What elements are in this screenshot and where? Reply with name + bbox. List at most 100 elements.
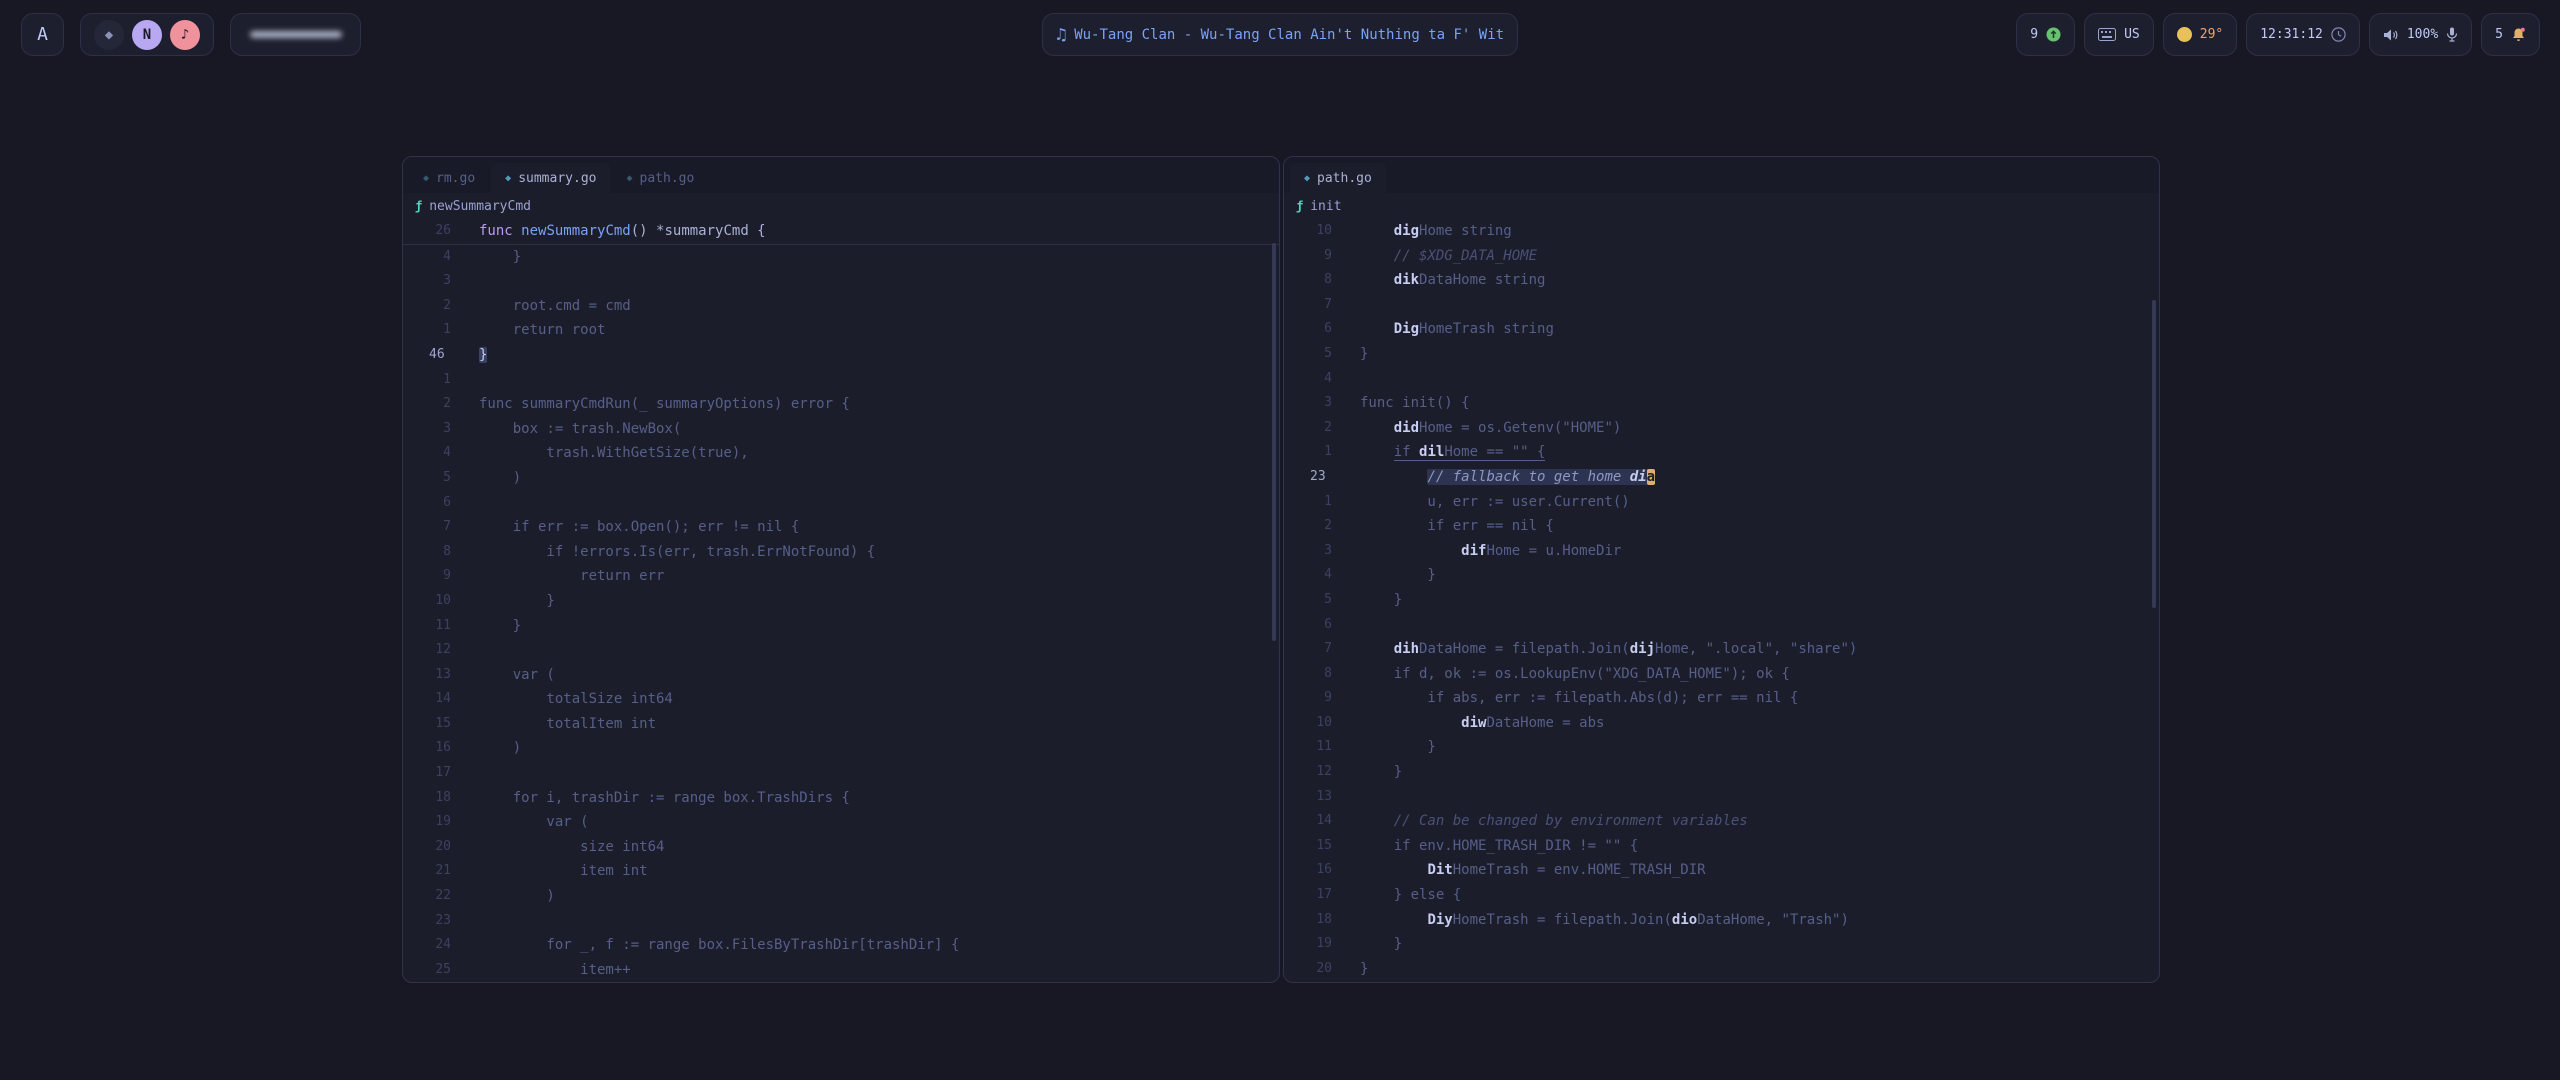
code-line[interactable]: 21 item int: [403, 859, 1279, 884]
code-line[interactable]: 4: [1284, 367, 2159, 392]
code-line[interactable]: 7: [1284, 293, 2159, 318]
code-line[interactable]: 24 for _, f := range box.FilesByTrashDir…: [403, 933, 1279, 958]
launcher-button[interactable]: A: [21, 13, 64, 56]
code-text: func summaryCmdRun(_ summaryOptions) err…: [479, 392, 850, 417]
code-line[interactable]: 19 var (: [403, 810, 1279, 835]
code-line[interactable]: 7 if err := box.Open(); err != nil {: [403, 515, 1279, 540]
code-text: DitHomeTrash = env.HOME_TRASH_DIR: [1360, 858, 1706, 883]
code-line[interactable]: 8 if !errors.Is(err, trash.ErrNotFound) …: [403, 540, 1279, 565]
code-line[interactable]: 7 dihDataHome = filepath.Join(dijHome, "…: [1284, 637, 2159, 662]
code-line[interactable]: 20}: [1284, 957, 2159, 982]
go-file-icon: ◆: [505, 173, 511, 184]
line-number: 18: [403, 786, 451, 811]
weather-sun-icon: [2177, 27, 2192, 42]
code-line[interactable]: 18 DiyHomeTrash = filepath.Join(dioDataH…: [1284, 908, 2159, 933]
code-line[interactable]: 15 totalItem int: [403, 712, 1279, 737]
tab-summary.go[interactable]: ◆summary.go: [491, 163, 610, 193]
code-area-right: 10 digHome string9 // $XDG_DATA_HOME8 di…: [1284, 219, 2159, 981]
code-line[interactable]: 26func newSummaryCmd() *summaryCmd {: [403, 219, 1279, 244]
code-line[interactable]: 14 // Can be changed by environment vari…: [1284, 809, 2159, 834]
tab-path.go[interactable]: ◆path.go: [612, 163, 708, 193]
code-line[interactable]: 18 for i, trashDir := range box.TrashDir…: [403, 786, 1279, 811]
line-number: 26: [403, 219, 451, 244]
code-line[interactable]: 46}: [403, 343, 1279, 368]
line-number: 16: [1284, 858, 1332, 883]
code-line[interactable]: 5 ): [403, 466, 1279, 491]
code-line[interactable]: 4 }: [403, 245, 1279, 270]
code-line[interactable]: 2func summaryCmdRun(_ summaryOptions) er…: [403, 392, 1279, 417]
notifications-chip[interactable]: 5: [2481, 13, 2540, 56]
updates-chip[interactable]: 9: [2016, 13, 2075, 56]
code-line[interactable]: 17 } else {: [1284, 883, 2159, 908]
code-line[interactable]: 13: [1284, 785, 2159, 810]
code-line[interactable]: 12: [403, 638, 1279, 663]
code-line[interactable]: 1 u, err := user.Current(): [1284, 490, 2159, 515]
code-line[interactable]: 1 return root: [403, 318, 1279, 343]
code-line[interactable]: 10 diwDataHome = abs: [1284, 711, 2159, 736]
code-line[interactable]: 6: [1284, 613, 2159, 638]
clock-icon: [2331, 27, 2346, 42]
code-line[interactable]: 15 if env.HOME_TRASH_DIR != "" {: [1284, 834, 2159, 859]
code-text: trash.WithGetSize(true),: [479, 441, 749, 466]
code-line[interactable]: 10 }: [403, 589, 1279, 614]
code-line[interactable]: 1: [403, 368, 1279, 393]
scrollbar-thumb-right[interactable]: [2152, 300, 2156, 608]
code-line[interactable]: 11 }: [403, 614, 1279, 639]
editor-window-left[interactable]: ◆rm.go◆summary.go◆path.go ƒ newSummaryCm…: [402, 156, 1280, 983]
code-line[interactable]: 4 trash.WithGetSize(true),: [403, 441, 1279, 466]
line-number: 18: [1284, 908, 1332, 933]
code-line[interactable]: 22 ): [403, 884, 1279, 909]
code-line[interactable]: 3: [403, 269, 1279, 294]
clock-chip[interactable]: 12:31:12: [2246, 13, 2360, 56]
window-title-chip[interactable]: [230, 13, 361, 56]
speaker-icon: [2383, 28, 2399, 42]
code-line[interactable]: 20 size int64: [403, 835, 1279, 860]
code-line[interactable]: 5}: [1284, 342, 2159, 367]
media-player-chip[interactable]: ♫ Wu-Tang Clan - Wu-Tang Clan Ain't Nuth…: [1042, 13, 1518, 56]
breadcrumb-right: ƒ init: [1284, 193, 2159, 219]
code-line[interactable]: 4 }: [1284, 563, 2159, 588]
clock-time: 12:31:12: [2260, 27, 2323, 42]
code-line[interactable]: 14 totalSize int64: [403, 687, 1279, 712]
code-text: // fallback to get home dia: [1360, 465, 1655, 490]
keyboard-layout: US: [2124, 27, 2140, 42]
tab-path.go[interactable]: ◆path.go: [1290, 163, 1386, 193]
code-line[interactable]: 3 difHome = u.HomeDir: [1284, 539, 2159, 564]
code-line[interactable]: 23: [403, 909, 1279, 934]
code-line[interactable]: 6: [403, 491, 1279, 516]
function-symbol-icon: ƒ: [1296, 199, 1303, 213]
code-line[interactable]: 6 DigHomeTrash string: [1284, 317, 2159, 342]
code-line[interactable]: 10 digHome string: [1284, 219, 2159, 244]
code-line[interactable]: 9 return err: [403, 564, 1279, 589]
code-line[interactable]: 19 }: [1284, 932, 2159, 957]
code-line[interactable]: 12 }: [1284, 760, 2159, 785]
keyboard-layout-chip[interactable]: US: [2084, 13, 2154, 56]
line-number: 22: [403, 884, 451, 909]
code-line[interactable]: 1 if dilHome == "" {: [1284, 440, 2159, 465]
scrollbar-thumb-left[interactable]: [1272, 243, 1276, 641]
weather-chip[interactable]: 29°: [2163, 13, 2237, 56]
code-line[interactable]: 2 if err == nil {: [1284, 514, 2159, 539]
workspace-2[interactable]: N: [132, 20, 162, 50]
code-line[interactable]: 9 // $XDG_DATA_HOME: [1284, 244, 2159, 269]
editor-window-right[interactable]: ◆path.go ƒ init 10 digHome string9 // $X…: [1283, 156, 2160, 983]
volume-chip[interactable]: 100%: [2369, 13, 2472, 56]
code-line[interactable]: 23 // fallback to get home dia: [1284, 465, 2159, 490]
workspace-1[interactable]: ◆: [94, 20, 124, 50]
code-line[interactable]: 16 ): [403, 736, 1279, 761]
code-line[interactable]: 11 }: [1284, 735, 2159, 760]
code-line[interactable]: 8 if d, ok := os.LookupEnv("XDG_DATA_HOM…: [1284, 662, 2159, 687]
code-line[interactable]: 3func init() {: [1284, 391, 2159, 416]
code-line[interactable]: 25 item++: [403, 958, 1279, 983]
code-line[interactable]: 3 box := trash.NewBox(: [403, 417, 1279, 442]
code-line[interactable]: 8 dikDataHome string: [1284, 268, 2159, 293]
code-line[interactable]: 17: [403, 761, 1279, 786]
tab-rm.go[interactable]: ◆rm.go: [409, 163, 489, 193]
code-line[interactable]: 13 var (: [403, 663, 1279, 688]
code-line[interactable]: 16 DitHomeTrash = env.HOME_TRASH_DIR: [1284, 858, 2159, 883]
code-line[interactable]: 5 }: [1284, 588, 2159, 613]
workspace-3[interactable]: ♪: [170, 20, 200, 50]
code-line[interactable]: 2 didHome = os.Getenv("HOME"): [1284, 416, 2159, 441]
code-line[interactable]: 2 root.cmd = cmd: [403, 294, 1279, 319]
code-line[interactable]: 9 if abs, err := filepath.Abs(d); err ==…: [1284, 686, 2159, 711]
